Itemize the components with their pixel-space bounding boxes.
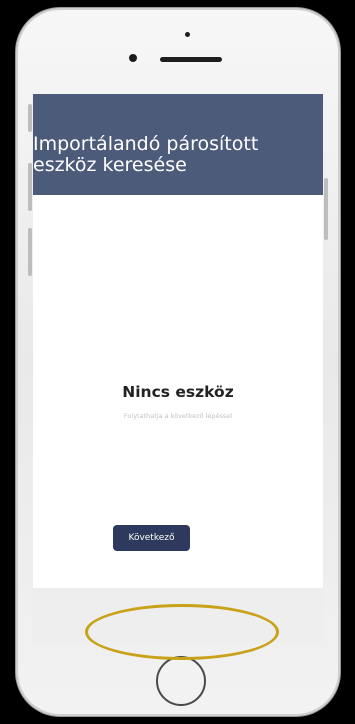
earpiece-speaker-icon: [160, 57, 222, 62]
page-title: Importálandó párosított eszköz keresése: [33, 134, 303, 176]
page-title-line-2: eszköz keresése: [33, 154, 187, 176]
front-camera-icon: [129, 54, 137, 62]
volume-down-button: [28, 228, 32, 276]
home-button-icon[interactable]: [156, 656, 206, 706]
bottom-bar: [33, 588, 323, 642]
page-title-line-1: Importálandó párosított: [33, 133, 259, 155]
next-button[interactable]: Következő: [113, 525, 190, 551]
power-button: [324, 178, 328, 240]
empty-state-subtitle: Folytathatja a következő lépéssel: [123, 412, 233, 420]
volume-up-button: [28, 163, 32, 211]
page-header: Importálandó párosított eszköz keresése: [33, 94, 323, 195]
app-screen: Importálandó párosított eszköz keresése …: [33, 94, 323, 642]
silent-switch: [28, 104, 32, 132]
stage: Importálandó párosított eszköz keresése …: [0, 0, 355, 724]
empty-state-title: Nincs eszköz: [122, 383, 234, 401]
proximity-sensor-icon: [185, 32, 190, 37]
